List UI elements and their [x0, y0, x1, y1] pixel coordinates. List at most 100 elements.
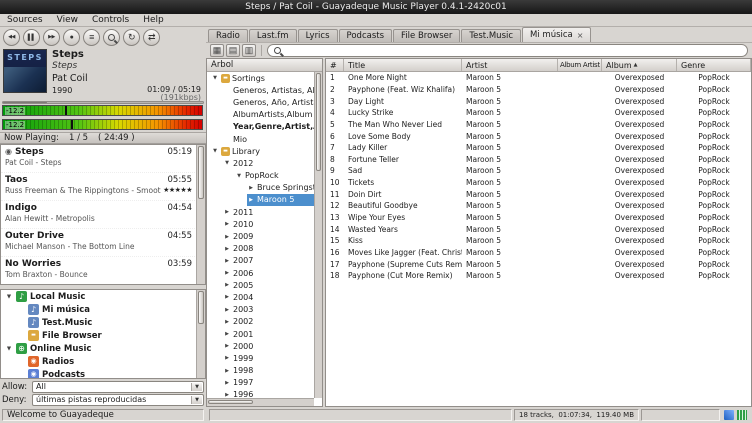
rating-stars[interactable]: ★★★★★ — [163, 186, 192, 195]
tree-item[interactable]: ▶ 2002 — [223, 316, 314, 328]
tab[interactable]: File Browser — [393, 29, 460, 42]
tab-close-icon[interactable]: × — [577, 31, 584, 40]
queue-item[interactable]: Indigo 04:54 Alan Hewitt - Metropolis — [1, 201, 205, 229]
expander-icon[interactable]: ▶ — [223, 319, 231, 325]
grid-view-button[interactable]: ▦ — [210, 44, 224, 57]
player-levels-icon[interactable] — [724, 410, 734, 420]
track-row[interactable]: 2 Payphone (Feat. Wiz Khalifa) Maroon 5 … — [326, 84, 751, 96]
search-box[interactable] — [267, 44, 748, 57]
expander-icon[interactable]: ▶ — [223, 331, 231, 337]
tree-item[interactable]: Year,Genre,Artist,Album — [223, 121, 314, 133]
equalizer-button[interactable]: ≡ — [83, 29, 100, 46]
expander-icon[interactable]: ▶ — [223, 282, 231, 288]
record-button[interactable]: ● — [63, 29, 80, 46]
allow-filter-select[interactable]: All — [32, 381, 204, 393]
tab[interactable]: Podcasts — [339, 29, 393, 42]
expander-icon[interactable]: ▼ — [211, 148, 219, 154]
track-row[interactable]: 8 Fortune Teller Maroon 5 Overexposed Po… — [326, 153, 751, 165]
repeat-button[interactable]: ↻ — [123, 29, 140, 46]
track-row[interactable]: 12 Beautiful Goodbye Maroon 5 Overexpose… — [326, 200, 751, 212]
track-row[interactable]: 7 Lady Killer Maroon 5 Overexposed PopRo… — [326, 142, 751, 154]
tree-item[interactable]: ▶ 2011 — [223, 206, 314, 218]
source-item[interactable]: ♪ Mi música — [1, 303, 205, 316]
tree-item[interactable]: AlbumArtists,Album — [223, 109, 314, 121]
sources-scrollbar[interactable] — [196, 290, 205, 378]
list-view-button[interactable]: ▤ — [226, 44, 240, 57]
deny-filter-select[interactable]: últimas pistas reproducidas — [32, 394, 204, 406]
covers-view-button[interactable]: ▥ — [242, 44, 256, 57]
tree-item[interactable]: ▶ 2000 — [223, 340, 314, 352]
tree-item[interactable]: ▶ 1996 — [223, 389, 314, 398]
expander-icon[interactable]: ▼ — [223, 160, 231, 166]
dropdown-arrow-icon[interactable] — [191, 383, 202, 391]
tree-item[interactable]: ▼ PopRock — [235, 170, 314, 182]
tree-vscrollbar[interactable] — [314, 72, 322, 398]
tree-item[interactable]: ▶ 2005 — [223, 279, 314, 291]
expander-icon[interactable]: ▼ — [235, 173, 243, 179]
tab[interactable]: Lyrics — [298, 29, 338, 42]
tree-item[interactable]: ▶ 2004 — [223, 291, 314, 303]
expander-icon[interactable]: ▶ — [223, 246, 231, 252]
tree-hscrollbar[interactable] — [207, 398, 314, 406]
tree-item[interactable]: ▶ 2001 — [223, 328, 314, 340]
tab[interactable]: Last.fm — [249, 29, 297, 42]
tree-item[interactable]: ▶ Maroon 5 — [247, 194, 314, 206]
expander-icon[interactable]: ▼ — [211, 75, 219, 81]
column-header[interactable]: Album▲ — [602, 59, 677, 71]
queue-item[interactable]: Taos 05:55 Russ Freeman & The Rippington… — [1, 173, 205, 201]
track-row[interactable]: 10 Tickets Maroon 5 Overexposed PopRock — [326, 177, 751, 189]
track-row[interactable]: 18 Payphone (Cut More Remix) Maroon 5 Ov… — [326, 270, 751, 282]
menu-item[interactable]: Help — [136, 14, 171, 27]
expander-icon[interactable]: ▶ — [223, 380, 231, 386]
tree-item[interactable]: Generos, Año, Artistas, Albumes — [223, 96, 314, 108]
expander-icon[interactable]: ▶ — [223, 294, 231, 300]
column-header[interactable]: Album Artist — [558, 59, 602, 71]
expander-icon[interactable]: ▶ — [247, 197, 255, 203]
track-row[interactable]: 16 Moves Like Jagger (Feat. Christina Ag… — [326, 247, 751, 259]
source-item[interactable]: ▼ ⊕ Online Music — [1, 342, 205, 355]
seek-slider[interactable] — [2, 101, 204, 104]
search-button[interactable] — [103, 29, 120, 46]
expander-icon[interactable]: ▶ — [223, 270, 231, 276]
scrollbar-thumb[interactable] — [316, 73, 321, 171]
scrollbar-thumb[interactable] — [198, 146, 204, 199]
menu-item[interactable]: View — [50, 14, 85, 27]
dropdown-arrow-icon[interactable] — [191, 396, 202, 404]
column-header[interactable]: # — [326, 59, 344, 71]
queue-item[interactable]: No Worries 03:59 Tom Braxton - Bounce — [1, 257, 205, 285]
column-header[interactable]: Genre — [677, 59, 751, 71]
source-item[interactable]: ▬ File Browser — [1, 329, 205, 342]
tree-item[interactable]: ▶ 2006 — [223, 267, 314, 279]
expander-icon[interactable]: ▶ — [247, 185, 255, 191]
track-row[interactable]: 1 One More Night Maroon 5 Overexposed Po… — [326, 72, 751, 84]
tree-item[interactable]: ▶ 2009 — [223, 230, 314, 242]
tree-item[interactable]: ▼ ▬ Library — [211, 145, 314, 157]
scrollbar-thumb[interactable] — [198, 291, 204, 324]
column-header[interactable]: Artist — [462, 59, 558, 71]
menu-item[interactable]: Sources — [0, 14, 50, 27]
search-input[interactable] — [285, 45, 741, 56]
track-row[interactable]: 5 The Man Who Never Lied Maroon 5 Overex… — [326, 119, 751, 131]
track-row[interactable]: 13 Wipe Your Eyes Maroon 5 Overexposed P… — [326, 212, 751, 224]
queue-scrollbar[interactable] — [196, 145, 205, 284]
source-item[interactable]: ◉ Podcasts — [1, 368, 205, 379]
shuffle-button[interactable]: ⇄ — [143, 29, 160, 46]
tree-item[interactable]: Generos, Artistas, Albumes — [223, 84, 314, 96]
tree-item[interactable]: Mio — [223, 133, 314, 145]
expander-icon[interactable]: ▶ — [223, 368, 231, 374]
source-item[interactable]: ▼ ♪ Local Music — [1, 290, 205, 303]
tree-item[interactable]: ▶ Bruce Springsteen — [247, 182, 314, 194]
tree-item[interactable]: ▶ 1997 — [223, 377, 314, 389]
window-titlebar[interactable]: Steps / Pat Coil - Guayadeque Music Play… — [0, 0, 752, 14]
expander-icon[interactable]: ▶ — [223, 343, 231, 349]
scrollbar-thumb[interactable] — [208, 400, 253, 404]
next-button[interactable]: ▶▶ — [43, 29, 60, 46]
track-row[interactable]: 3 Day Light Maroon 5 Overexposed PopRock — [326, 95, 751, 107]
expander-icon[interactable]: ▼ — [5, 294, 13, 300]
track-row[interactable]: 9 Sad Maroon 5 Overexposed PopRock — [326, 165, 751, 177]
volume-icon[interactable] — [737, 410, 747, 420]
expander-icon[interactable]: ▼ — [5, 346, 13, 352]
expander-icon[interactable]: ▶ — [223, 355, 231, 361]
track-row[interactable]: 14 Wasted Years Maroon 5 Overexposed Pop… — [326, 223, 751, 235]
tree-item[interactable]: ▶ 2003 — [223, 304, 314, 316]
